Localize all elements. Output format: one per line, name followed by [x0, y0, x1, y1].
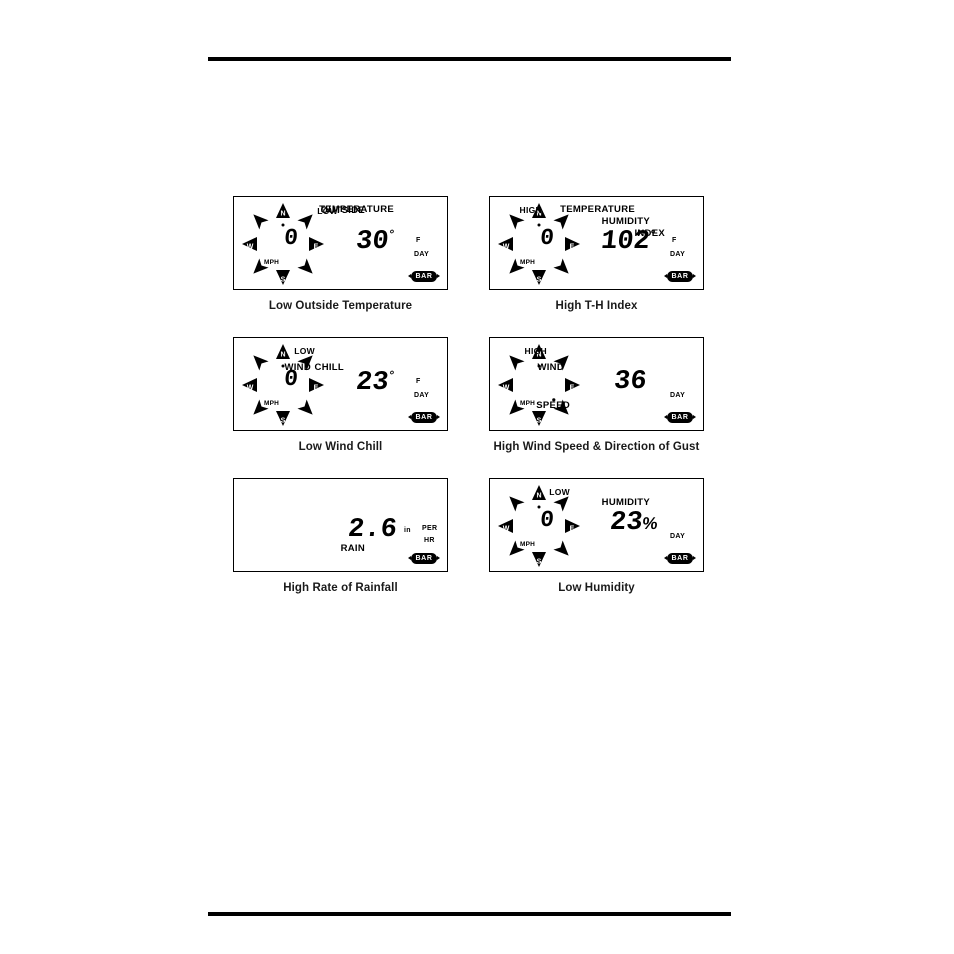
- figure-row: N E S W 0 MPH LOW WIND CHILL 23° F DAY BAR Low Wind C…: [0, 337, 954, 478]
- lcd-label-high: HIGH: [519, 205, 542, 215]
- figure-high-rate-of-rainfall: RAIN 2.6 in PER HR BAR High Rate of Rainfall: [233, 478, 448, 594]
- lcd-inner: N E S W 0 MPH LOW OUTSIDE TEMPERATURE 30° F DAY BAR: [234, 197, 447, 289]
- lcd-main-readout: 23°: [354, 368, 395, 398]
- svg-text:W: W: [503, 385, 510, 392]
- svg-text:S: S: [281, 277, 286, 284]
- lcd-panel-low-humidity: N E S W 0 MPH LOW HUMIDITY 23% DAY BAR: [489, 478, 704, 572]
- lcd-panel-high-rate-of-rainfall: RAIN 2.6 in PER HR BAR: [233, 478, 448, 572]
- wind-speed-value: 0: [283, 225, 300, 251]
- svg-text:E: E: [570, 385, 575, 392]
- lcd-label-speed: SPEED: [536, 400, 570, 411]
- lcd-unit-day: DAY: [670, 251, 686, 258]
- lcd-main-readout: 30°: [354, 227, 395, 257]
- svg-text:W: W: [503, 526, 510, 533]
- lcd-main-readout: 102°: [599, 227, 656, 257]
- svg-text:S: S: [281, 418, 286, 425]
- figure-high-th-index: N E S W 0 MPH HIGH TEMPERATURE HUMIDITY INDEX 102°…: [489, 196, 704, 312]
- wind-speed-unit-label: MPH: [264, 400, 280, 407]
- svg-text:N: N: [280, 211, 285, 218]
- lcd-unit-day: DAY: [414, 392, 430, 399]
- figure-high-wind-speed-direction: N E S W MPH HIGH WIND SPEED 36 DAY BAR High Wind Sp…: [489, 337, 704, 453]
- lcd-unit-day: DAY: [670, 533, 686, 540]
- figure-row: RAIN 2.6 in PER HR BAR High Rate of Rainfall N…: [0, 478, 954, 619]
- lcd-main-readout: 36: [612, 367, 649, 397]
- lcd-label-wind: WIND: [284, 362, 311, 373]
- bar-indicator-badge: BAR: [664, 412, 696, 423]
- svg-text:S: S: [537, 559, 542, 566]
- wind-speed-value: 0: [539, 225, 556, 251]
- lcd-unit-per: PER: [422, 525, 438, 532]
- figure-caption: Low Humidity: [558, 582, 635, 594]
- wind-speed-unit-label: MPH: [520, 400, 536, 407]
- svg-text:E: E: [314, 244, 319, 251]
- svg-text:E: E: [314, 385, 319, 392]
- lcd-label-temperature: TEMPERATURE: [560, 204, 635, 215]
- svg-text:N: N: [280, 352, 285, 359]
- lcd-unit-day: DAY: [670, 392, 686, 399]
- figure-grid: N E S W 0 MPH LOW OUTSIDE TEMPERATURE 30° F DAY BAR L…: [0, 196, 954, 619]
- lcd-label-rain: RAIN: [340, 543, 365, 554]
- bar-indicator-badge: BAR: [664, 271, 696, 282]
- figure-caption: High Rate of Rainfall: [283, 582, 398, 594]
- lcd-inner: N E S W 0 MPH LOW HUMIDITY 23% DAY BAR: [490, 479, 703, 571]
- lcd-unit-f: F: [416, 237, 421, 244]
- lcd-main-readout: 23%: [608, 508, 659, 538]
- bar-indicator-badge: BAR: [408, 271, 440, 282]
- figure-row: N E S W 0 MPH LOW OUTSIDE TEMPERATURE 30° F DAY BAR L…: [0, 196, 954, 337]
- figure-low-wind-chill: N E S W 0 MPH LOW WIND CHILL 23° F DAY BAR Low Wind C…: [233, 337, 448, 453]
- footer-rule: [208, 912, 731, 916]
- figure-caption: High T-H Index: [555, 300, 638, 312]
- bar-indicator-badge: BAR: [408, 412, 440, 423]
- svg-text:E: E: [570, 244, 575, 251]
- figure-caption: Low Wind Chill: [298, 441, 383, 453]
- figure-low-humidity: N E S W 0 MPH LOW HUMIDITY 23% DAY BAR Low Humidity: [489, 478, 704, 594]
- svg-text:W: W: [247, 244, 254, 251]
- svg-text:W: W: [247, 385, 254, 392]
- svg-text:S: S: [537, 418, 542, 425]
- lcd-panel-low-wind-chill: N E S W 0 MPH LOW WIND CHILL 23° F DAY BAR: [233, 337, 448, 431]
- header-rule: [208, 57, 731, 61]
- svg-text:W: W: [503, 244, 510, 251]
- lcd-label-wind: WIND: [537, 362, 564, 373]
- lcd-inner: RAIN 2.6 in PER HR BAR: [234, 479, 447, 571]
- lcd-unit-hr: HR: [424, 537, 435, 544]
- lcd-panel-low-outside-temperature: N E S W 0 MPH LOW OUTSIDE TEMPERATURE 30° F DAY BAR: [233, 196, 448, 290]
- lcd-label-low: LOW: [549, 487, 570, 497]
- lcd-label-high: HIGH: [524, 346, 547, 356]
- lcd-label-temperature: TEMPERATURE: [319, 204, 394, 215]
- lcd-unit-day: DAY: [414, 251, 430, 258]
- bar-indicator-badge: BAR: [408, 553, 440, 564]
- lcd-unit-f: F: [416, 378, 421, 385]
- wind-speed-unit-label: MPH: [264, 259, 280, 266]
- svg-text:E: E: [570, 526, 575, 533]
- svg-text:S: S: [537, 277, 542, 284]
- wind-speed-value: 0: [539, 507, 556, 533]
- lcd-inner: N E S W 0 MPH HIGH TEMPERATURE HUMIDITY INDEX 102°…: [490, 197, 703, 289]
- figure-caption: High Wind Speed & Direction of Gust: [493, 441, 700, 453]
- lcd-label-chill: CHILL: [314, 362, 344, 373]
- lcd-label-low: LOW: [294, 346, 315, 356]
- lcd-panel-high-th-index: N E S W 0 MPH HIGH TEMPERATURE HUMIDITY INDEX 102°…: [489, 196, 704, 290]
- lcd-label-humidity: HUMIDITY: [601, 216, 650, 227]
- lcd-unit-f: F: [672, 237, 677, 244]
- lcd-panel-high-wind-speed-direction: N E S W MPH HIGH WIND SPEED 36 DAY BAR: [489, 337, 704, 431]
- svg-text:N: N: [536, 493, 541, 500]
- figure-low-outside-temperature: N E S W 0 MPH LOW OUTSIDE TEMPERATURE 30° F DAY BAR L…: [233, 196, 448, 312]
- lcd-unit-in: in: [404, 527, 411, 534]
- lcd-inner: N E S W MPH HIGH WIND SPEED 36 DAY BAR: [490, 338, 703, 430]
- figure-caption: Low Outside Temperature: [268, 300, 413, 312]
- bar-indicator-badge: BAR: [664, 553, 696, 564]
- wind-speed-unit-label: MPH: [520, 259, 536, 266]
- wind-speed-unit-label: MPH: [520, 541, 536, 548]
- lcd-inner: N E S W 0 MPH LOW WIND CHILL 23° F DAY BAR: [234, 338, 447, 430]
- lcd-main-readout: 2.6: [346, 515, 399, 545]
- lcd-label-humidity: HUMIDITY: [601, 497, 650, 508]
